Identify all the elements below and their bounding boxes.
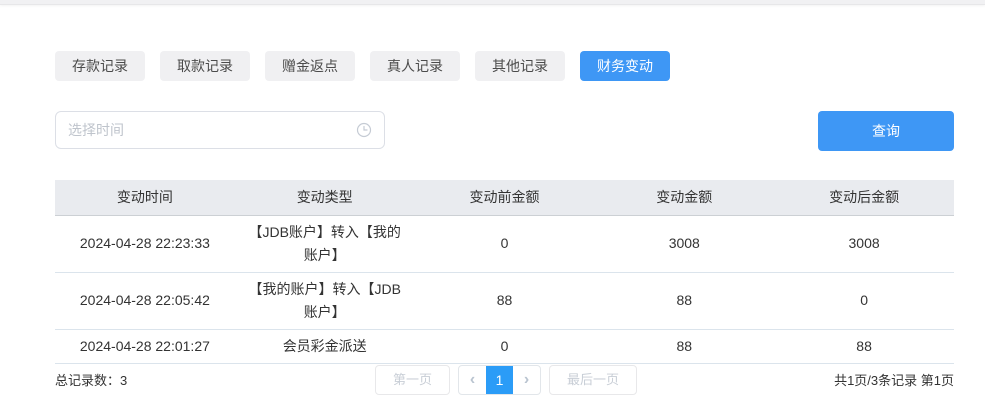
financial-changes-table: 变动时间 变动类型 变动前金额 变动金额 变动后金额 2024-04-28 22… xyxy=(55,180,954,364)
page-top-strip xyxy=(0,0,985,5)
header-change-time: 变动时间 xyxy=(55,180,235,215)
cell-amount-before: 88 xyxy=(415,272,595,329)
current-page-button[interactable]: 1 xyxy=(486,366,513,394)
table-row: 2024-04-28 22:01:27 会员彩金派送 0 88 88 xyxy=(55,329,954,363)
pager-group: ‹ 1 › xyxy=(458,365,541,395)
tab-bonus-rebate[interactable]: 赠金返点 xyxy=(265,51,355,81)
cell-change-amount: 88 xyxy=(594,329,774,363)
cell-change-type: 【JDB账户】转入【我的账户】 xyxy=(235,215,415,272)
tab-live-records[interactable]: 真人记录 xyxy=(370,51,460,81)
prev-page-icon[interactable]: ‹ xyxy=(459,366,486,394)
cell-change-time: 2024-04-28 22:01:27 xyxy=(55,329,235,363)
table-row: 2024-04-28 22:05:42 【我的账户】转入【JDB账户】 88 8… xyxy=(55,272,954,329)
next-page-icon[interactable]: › xyxy=(513,366,540,394)
cell-change-time: 2024-04-28 22:05:42 xyxy=(55,272,235,329)
header-amount-before: 变动前金额 xyxy=(415,180,595,215)
record-type-tabs: 存款记录 取款记录 赠金返点 真人记录 其他记录 财务变动 xyxy=(55,51,954,81)
table-row: 2024-04-28 22:23:33 【JDB账户】转入【我的账户】 0 30… xyxy=(55,215,954,272)
cell-amount-after: 0 xyxy=(774,272,954,329)
first-page-button[interactable]: 第一页 xyxy=(375,365,450,395)
table-header: 变动时间 变动类型 变动前金额 变动金额 变动后金额 xyxy=(55,180,954,215)
records-panel: 存款记录 取款记录 赠金返点 真人记录 其他记录 财务变动 选择时间 查询 变动… xyxy=(55,51,954,392)
date-range-picker[interactable]: 选择时间 xyxy=(55,111,385,149)
cell-change-amount: 88 xyxy=(594,272,774,329)
filter-row: 选择时间 查询 xyxy=(55,111,954,151)
date-picker-placeholder: 选择时间 xyxy=(68,120,356,140)
query-button[interactable]: 查询 xyxy=(818,111,954,151)
total-records-label: 总记录数：3 xyxy=(55,370,127,392)
tab-other-records[interactable]: 其他记录 xyxy=(475,51,565,81)
tab-deposit-records[interactable]: 存款记录 xyxy=(55,51,145,81)
cell-amount-before: 0 xyxy=(415,215,595,272)
pagination: 第一页 ‹ 1 › 最后一页 xyxy=(375,365,637,395)
tab-financial-changes[interactable]: 财务变动 xyxy=(580,51,670,81)
cell-change-amount: 3008 xyxy=(594,215,774,272)
tab-withdrawal-records[interactable]: 取款记录 xyxy=(160,51,250,81)
cell-change-type: 会员彩金派送 xyxy=(235,329,415,363)
cell-change-time: 2024-04-28 22:23:33 xyxy=(55,215,235,272)
cell-change-type: 【我的账户】转入【JDB账户】 xyxy=(235,272,415,329)
cell-amount-before: 0 xyxy=(415,329,595,363)
clock-icon xyxy=(356,122,372,138)
cell-amount-after: 3008 xyxy=(774,215,954,272)
header-change-type: 变动类型 xyxy=(235,180,415,215)
cell-amount-after: 88 xyxy=(774,329,954,363)
page-summary-label: 共1页/3条记录 第1页 xyxy=(834,370,954,392)
last-page-button[interactable]: 最后一页 xyxy=(549,365,637,395)
header-change-amount: 变动金额 xyxy=(594,180,774,215)
header-amount-after: 变动后金额 xyxy=(774,180,954,215)
